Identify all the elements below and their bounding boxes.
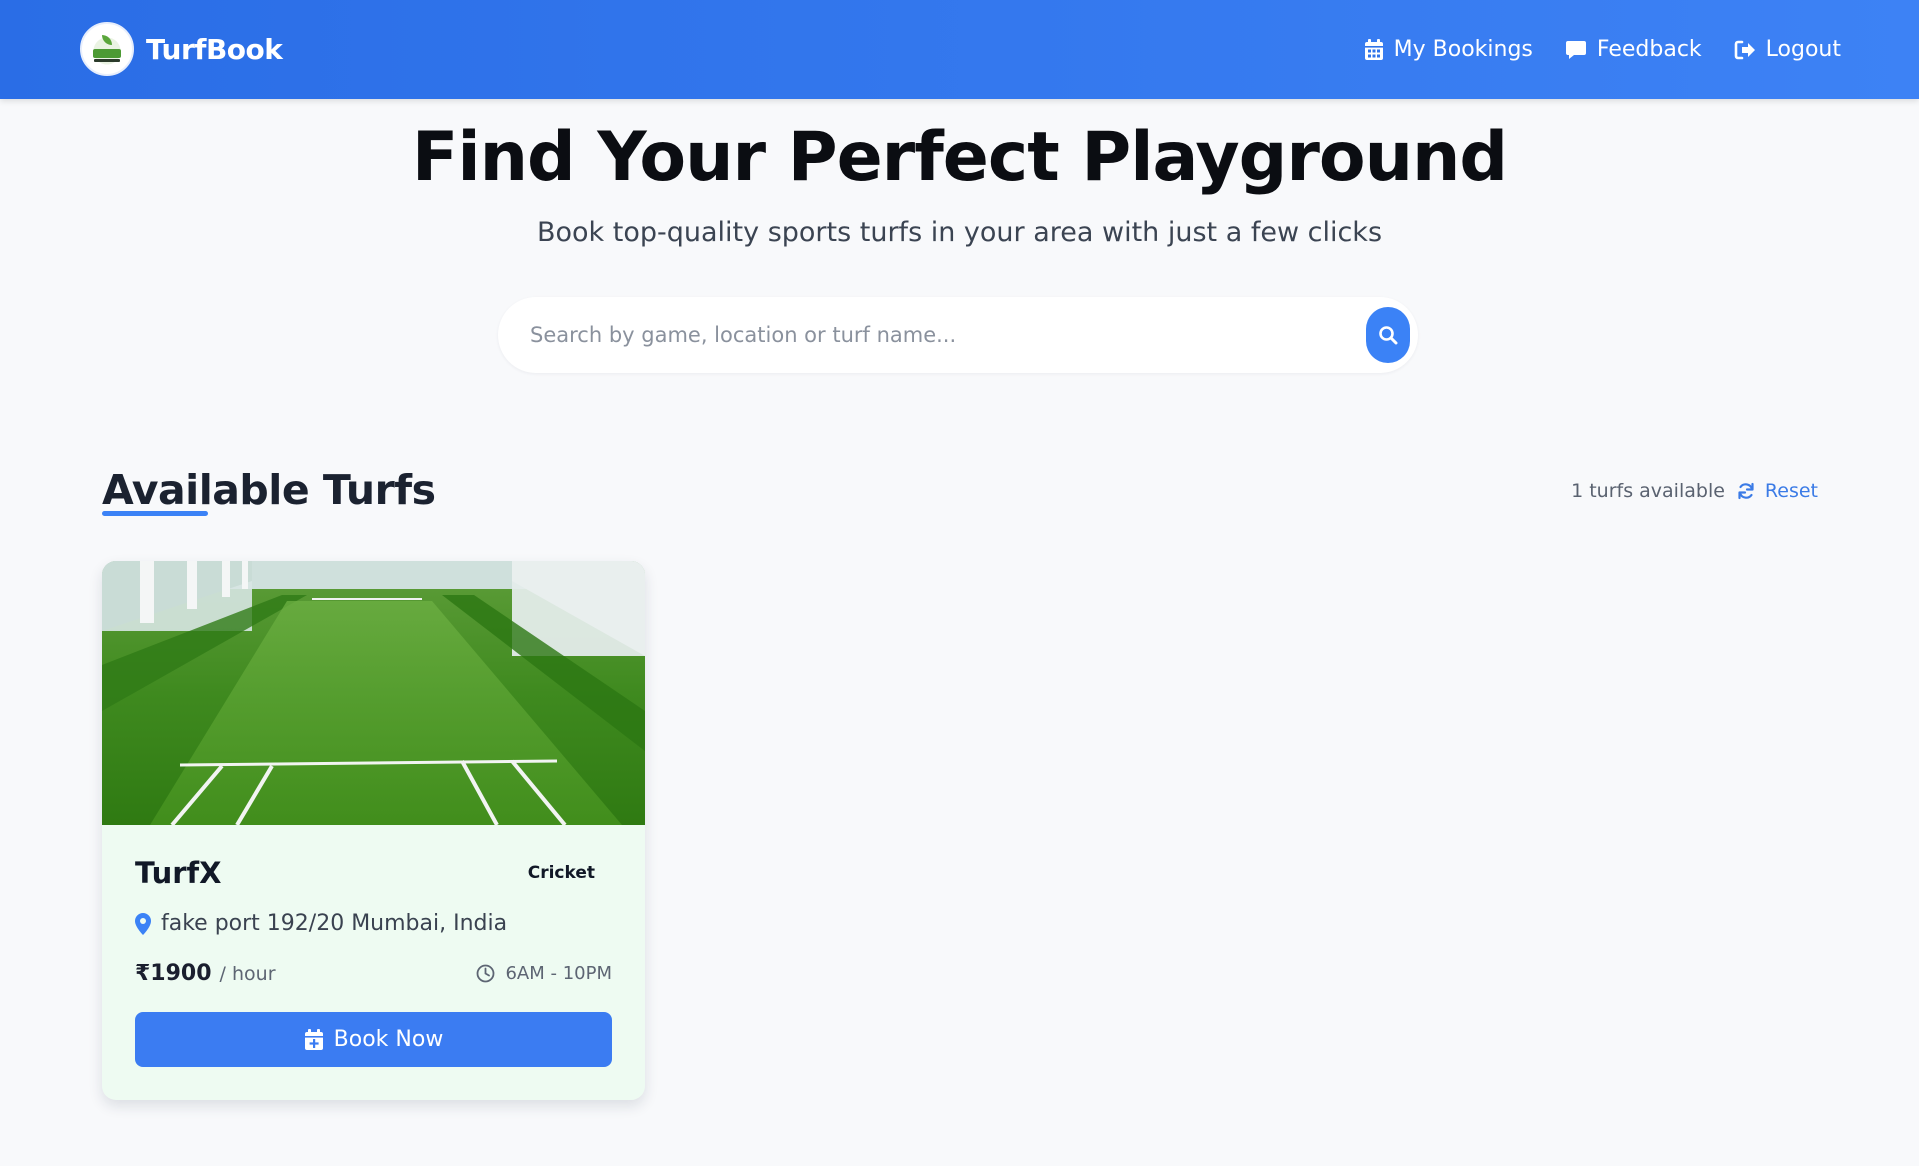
brand-logo	[80, 22, 134, 76]
nav-my-bookings-label: My Bookings	[1393, 37, 1533, 62]
search-bar	[498, 297, 1418, 373]
logout-icon	[1734, 40, 1755, 59]
hero-subtitle: Book top-quality sports turfs in your ar…	[536, 217, 1383, 248]
nav-feedback-label: Feedback	[1596, 37, 1702, 62]
logo-graphic	[87, 29, 127, 69]
search-button[interactable]	[1366, 307, 1410, 363]
search-input[interactable]	[530, 315, 1310, 355]
reset-button[interactable]: Reset	[1737, 480, 1818, 502]
section-title: Available Turfs	[102, 466, 436, 514]
turf-hours-text: 6AM - 10PM	[505, 963, 612, 984]
turf-location-text: fake port 192/20 Mumbai, India	[161, 911, 508, 936]
comment-icon	[1565, 40, 1586, 59]
map-pin-icon	[135, 912, 151, 935]
brand[interactable]: TurfBook	[80, 22, 283, 76]
reset-label: Reset	[1764, 480, 1818, 502]
search-icon	[1379, 326, 1398, 345]
nav-my-bookings[interactable]: My Bookings	[1364, 37, 1533, 62]
results-summary: 1 turfs available Reset	[1571, 480, 1818, 502]
nav-logout[interactable]: Logout	[1734, 37, 1841, 62]
calendar-plus-icon	[304, 1028, 323, 1050]
turf-price: ₹1900 / hour	[135, 961, 276, 986]
turf-hours: 6AM - 10PM	[476, 963, 612, 984]
hero-title: Find Your Perfect Playground	[411, 118, 1508, 197]
price-unit: / hour	[219, 963, 276, 985]
nav-logout-label: Logout	[1765, 37, 1841, 62]
brand-name: TurfBook	[146, 32, 283, 66]
book-now-label: Book Now	[333, 1027, 444, 1052]
turf-image	[102, 561, 645, 825]
navbar: TurfBook My Bookings Feedback Logout	[0, 0, 1919, 99]
turf-count: 1 turfs available	[1571, 480, 1725, 502]
nav-links: My Bookings Feedback Logout	[1364, 0, 1841, 99]
turf-location: fake port 192/20 Mumbai, India	[135, 911, 507, 936]
clock-icon	[477, 964, 495, 983]
book-now-button[interactable]: Book Now	[135, 1012, 612, 1067]
nav-feedback[interactable]: Feedback	[1565, 37, 1702, 62]
sport-badge: Cricket	[527, 863, 595, 883]
refresh-icon	[1738, 482, 1754, 500]
calendar-icon	[1364, 38, 1383, 60]
section-title-underline	[102, 511, 208, 516]
price-value: ₹1900	[135, 961, 212, 986]
turf-card[interactable]: TurfX Cricket fake port 192/20 Mumbai, I…	[102, 561, 645, 1100]
turf-name: TurfX	[135, 856, 222, 890]
